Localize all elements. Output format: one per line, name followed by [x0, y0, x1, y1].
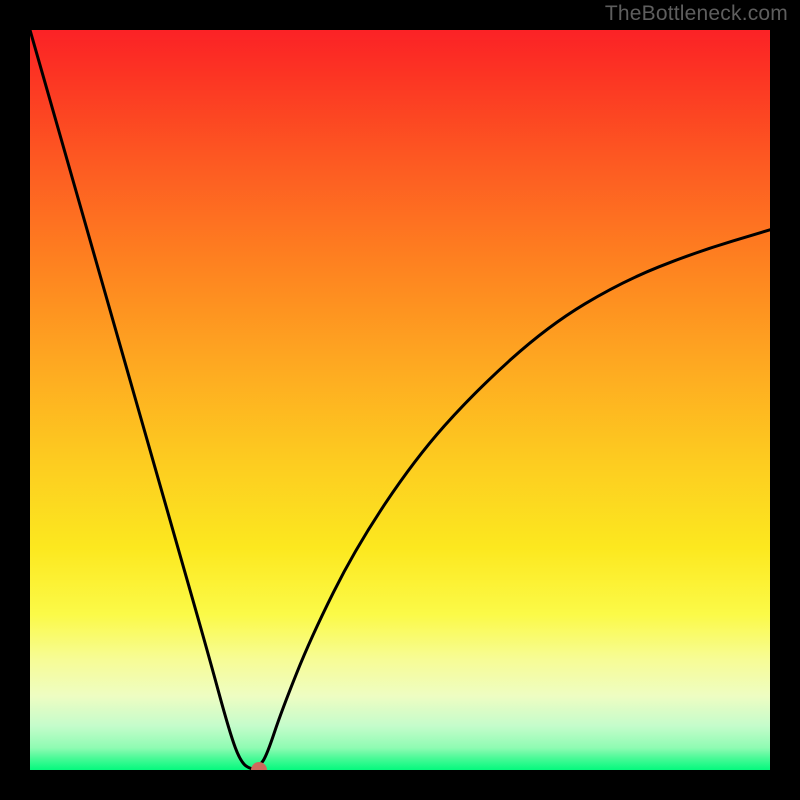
plot-area: [30, 30, 770, 770]
watermark-text: TheBottleneck.com: [605, 2, 788, 26]
curve-svg: [30, 30, 770, 770]
bottleneck-curve: [30, 30, 770, 769]
chart-frame: TheBottleneck.com: [0, 0, 800, 800]
